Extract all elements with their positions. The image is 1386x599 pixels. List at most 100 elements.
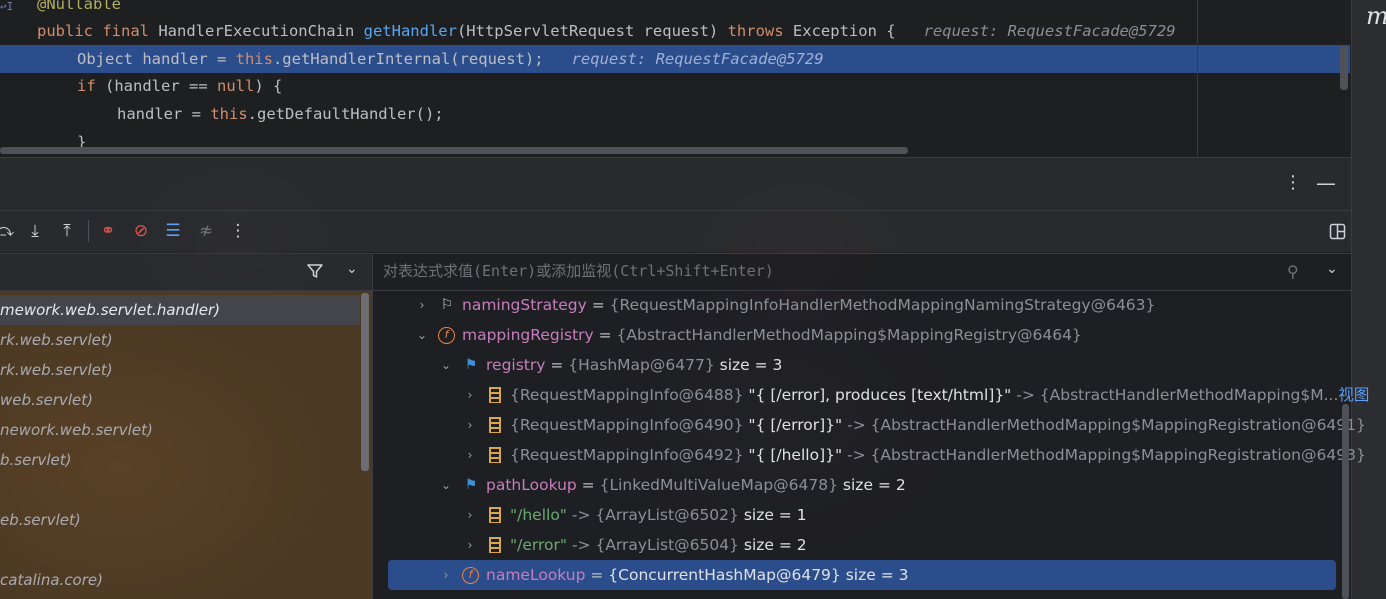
mute-breakpoints-icon[interactable]: ⊘ (130, 220, 152, 242)
entry-arrow: -> (1011, 386, 1040, 404)
map-entry-icon (489, 417, 501, 433)
frame-item[interactable] (0, 535, 360, 565)
code-token: (handler == (105, 77, 217, 95)
variable-row[interactable]: › "/hello" -> {ArrayList@6502} size = 1 (373, 500, 1341, 530)
chevron-down-icon[interactable]: ⌄ (439, 350, 453, 380)
code-line[interactable]: if (handler == null) { (0, 72, 1350, 100)
variable-text: {RequestMappingInfo@6492} "{ [/hello]}" … (510, 440, 1366, 470)
code-line-content: public final HandlerExecutionChain getHa… (0, 22, 1176, 40)
code-token: Object handler = (77, 50, 236, 68)
frame-label: catalina.core) (0, 571, 103, 589)
chevron-down-icon[interactable]: ⌄ (415, 320, 429, 350)
code-line[interactable]: @Nullable (0, 0, 1350, 18)
minimize-icon[interactable]: — (1316, 172, 1336, 194)
variable-row[interactable]: ⌄ ⚑ pathLookup = {LinkedMultiValueMap@6478… (373, 470, 1341, 500)
variables-scrollbar[interactable] (1342, 404, 1349, 599)
entry-key-string: "{ [/error]}" (748, 416, 843, 434)
chevron-down-icon[interactable]: ⌄ (346, 261, 358, 277)
frame-label: nework.web.servlet) (0, 421, 153, 439)
chevron-right-icon[interactable]: › (415, 290, 429, 320)
evaluate-icon[interactable]: ☰ (162, 220, 184, 242)
chevron-right-icon[interactable]: › (463, 440, 477, 470)
more-icon[interactable]: ⋮ (227, 220, 249, 242)
code-line[interactable]: public final HandlerExecutionChain getHa… (0, 17, 1350, 45)
code-token: getHandler (363, 22, 457, 40)
chevron-right-icon[interactable]: › (439, 560, 453, 590)
variable-row[interactable]: › {RequestMappingInfo@6488} "{ [/error], … (373, 380, 1370, 410)
code-line-content: Object handler = this.getHandlerInternal… (0, 50, 824, 68)
code-token: throws (727, 22, 793, 40)
code-line[interactable]: handler = this.getDefaultHandler(); (0, 100, 1350, 128)
variable-row[interactable]: › f nameLookup = {ConcurrentHashMap@6479} … (388, 560, 1336, 590)
code-editor[interactable]: ↩I @Nullable public final HandlerExecutio… (0, 0, 1350, 157)
variable-name: pathLookup (486, 476, 577, 494)
evaluate-expression-input[interactable] (383, 260, 1263, 282)
entry-arrow: -> (842, 416, 871, 434)
frame-item[interactable]: web.servlet) (0, 385, 360, 415)
variable-name: nameLookup (486, 566, 586, 584)
step-into-icon[interactable]: ⤓ (24, 220, 46, 242)
toolbar-separator (88, 220, 89, 242)
step-over-icon[interactable]: ⤼ (0, 220, 16, 242)
variable-text: nameLookup = {ConcurrentHashMap@6479} si… (486, 560, 908, 590)
code-token: handler = (117, 105, 211, 123)
filter-icon[interactable] (306, 262, 324, 284)
vertical-dots-icon[interactable]: ⋮ (1284, 172, 1302, 194)
view-breakpoints-icon[interactable]: ⚭ (97, 220, 119, 242)
map-entry-icon (489, 387, 501, 403)
variable-text: "/hello" -> {ArrayList@6502} size = 1 (510, 500, 807, 530)
chevron-right-icon[interactable]: › (463, 410, 477, 440)
equals-sign: = (593, 326, 617, 344)
variable-text: registry = {HashMap@6477} size = 3 (486, 350, 782, 380)
chevron-down-icon[interactable]: ⌄ (439, 470, 453, 500)
variable-type: {ConcurrentHashMap@6479} (608, 566, 841, 584)
entry-key-string: "{ [/error], produces [text/html]}" (748, 386, 1012, 404)
view-link[interactable]: 视图 (1338, 386, 1369, 404)
trace-icon[interactable]: ≉ (195, 220, 217, 242)
variable-size: size = 2 (743, 536, 807, 554)
entry-value: {ArrayList@6502} (595, 506, 739, 524)
history-dropdown-icon[interactable]: ⌄ (1326, 261, 1338, 277)
chevron-right-icon[interactable]: › (463, 530, 477, 560)
variable-row[interactable]: ⌄ f mappingRegistry = {AbstractHandlerMeth… (373, 320, 1341, 350)
variable-text: {RequestMappingInfo@6488} "{ [/error], p… (510, 380, 1369, 410)
frame-item[interactable]: b.servlet) (0, 445, 360, 475)
variable-row[interactable]: › "/error" -> {ArrayList@6504} size = 2 (373, 530, 1341, 560)
right-strip-letter[interactable]: m (1366, 2, 1386, 30)
code-token: .getHandlerInternal(request); (272, 50, 544, 68)
frame-label: rk.web.servlet) (0, 361, 113, 379)
variable-type: {LinkedMultiValueMap@6478} (599, 476, 838, 494)
frame-label: rk.web.servlet) (0, 331, 113, 349)
editor-vertical-scrollbar[interactable] (1340, 46, 1348, 90)
entry-value: {AbstractHandlerMethodMapping$MappingReg… (870, 446, 1366, 464)
variable-row[interactable]: › {RequestMappingInfo@6492} "{ [/hello]}"… (373, 440, 1366, 470)
frame-item[interactable]: nework.web.servlet) (0, 415, 360, 445)
variable-text: namingStrategy = {RequestMappingInfoHand… (462, 290, 1155, 320)
code-token: null (216, 77, 255, 95)
frame-item[interactable]: catalina.core) (0, 565, 360, 595)
frame-item[interactable]: rk.web.servlet) (0, 355, 360, 385)
code-line[interactable]: Object handler = this.getHandlerInternal… (0, 45, 1350, 73)
right-tool-strip (1351, 0, 1386, 599)
entry-value: {AbstractHandlerMethodMapping$M... (1039, 386, 1339, 404)
code-token: (HttpServletRequest request) (456, 22, 728, 40)
variable-row[interactable]: › {RequestMappingInfo@6490} "{ [/error]}"… (373, 410, 1366, 440)
frames-scrollbar[interactable] (361, 293, 369, 471)
editor-horizontal-scrollbar[interactable] (0, 147, 908, 154)
frame-item[interactable]: rk.web.servlet) (0, 325, 360, 355)
layout-icon[interactable] (1326, 220, 1348, 242)
variable-row[interactable]: ⌄ ⚑ registry = {HashMap@6477} size = 3 (373, 350, 1341, 380)
map-entry-icon (489, 537, 501, 553)
variable-row[interactable]: › ⚐ namingStrategy = {RequestMappingInfoHa… (373, 290, 1341, 320)
step-out-icon[interactable]: ⤒ (56, 220, 78, 242)
equals-sign: = (585, 566, 609, 584)
frame-item[interactable]: mework.web.servlet.handler) (0, 295, 360, 325)
code-token: if (77, 77, 105, 95)
frame-item[interactable]: eb.servlet) (0, 505, 360, 535)
frame-item[interactable] (0, 475, 360, 505)
equals-sign: = (586, 296, 610, 314)
add-watch-icon[interactable]: ⚲ (1287, 262, 1299, 281)
chevron-right-icon[interactable]: › (463, 380, 477, 410)
right-margin-guide (1197, 0, 1198, 157)
chevron-right-icon[interactable]: › (463, 500, 477, 530)
